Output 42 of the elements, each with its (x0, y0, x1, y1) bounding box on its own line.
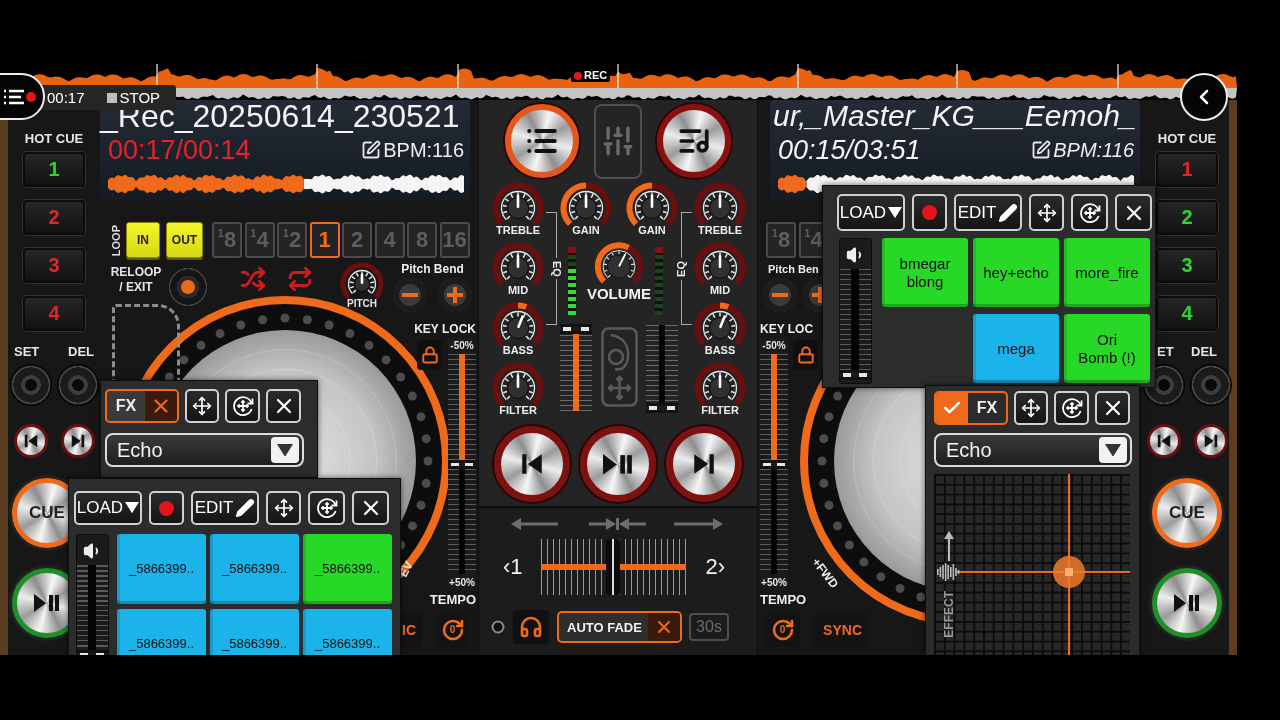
knob-label: TREBLE (698, 224, 742, 236)
hot-cue-label: HOT CUE (1157, 132, 1217, 146)
effect-axis-label: EFFECT (943, 591, 956, 638)
loop-label: LOOP (110, 224, 122, 256)
tempo-range-label: -50% (762, 340, 786, 351)
knob-label: GAIN (638, 224, 666, 236)
knob-label: FILTER (701, 404, 739, 416)
time-display: 00:15/03:51 (778, 135, 921, 165)
key-lock-label: KEY LOC (760, 322, 814, 336)
knob-label: FILTER (499, 404, 537, 416)
bpm-label: BPM:116 (1053, 138, 1134, 162)
key-lock-label: KEY LOCK (414, 322, 476, 336)
delete-label: DEL (1191, 345, 1217, 359)
elapsed-time: 00:17 (47, 89, 85, 106)
knob-label: BASS (502, 344, 534, 356)
knob-label: MID (709, 284, 731, 296)
track-title: ur,_Master_KG___Eemoh_ (773, 100, 1137, 132)
tempo-range-label: -50% (450, 340, 474, 351)
knob-label: TREBLE (496, 224, 540, 236)
deck-two-label: 2› (705, 554, 726, 580)
hot-cue-label: HOT CUE (24, 132, 84, 146)
knob-label: GAIN (572, 224, 600, 236)
bpm-label: BPM:116 (383, 138, 464, 162)
delete-label: DEL (68, 345, 94, 359)
set-label: SET (14, 345, 40, 359)
tempo-range-label: +50% (761, 577, 787, 588)
set-label: ET (1157, 345, 1174, 359)
tempo-range-label: +50% (449, 577, 475, 588)
pitch-bend-label: Pitch Bend (401, 262, 464, 276)
pitch-bend-label: Pitch Ben (768, 262, 819, 276)
reloop-exit-label: RELOOP / EXIT (110, 265, 162, 295)
eq-label: EQ (551, 257, 563, 280)
eq-label: EQ (675, 257, 687, 280)
knob-label: BASS (704, 344, 736, 356)
deck-one-label: ‹1 (503, 554, 523, 580)
time-display: 00:17/00:14 (108, 135, 251, 165)
tempo-label: TEMPO (429, 592, 476, 607)
pitch-label: PITCH (347, 298, 377, 309)
tempo-label: TEMPO (760, 592, 807, 607)
knob-label: MID (507, 284, 529, 296)
volume-label: VOLUME (586, 285, 652, 302)
recording-label: REC (584, 69, 608, 82)
